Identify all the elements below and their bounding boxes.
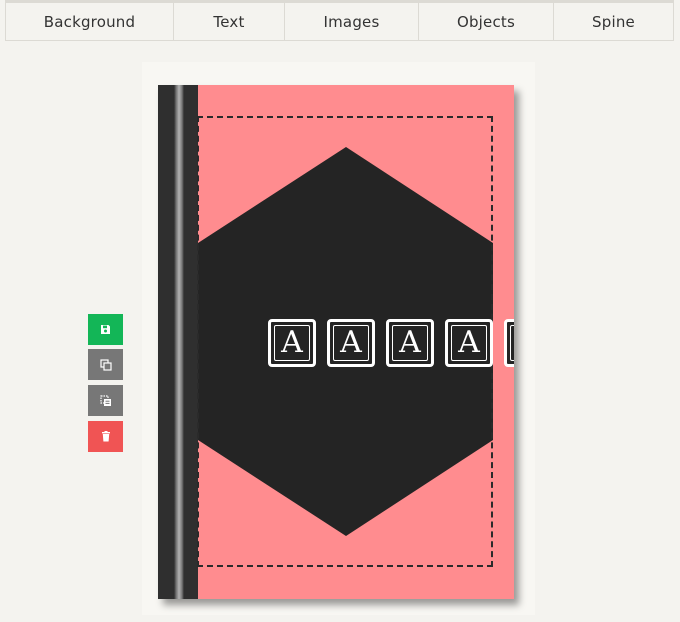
delete-button[interactable] [88, 421, 123, 452]
tab-objects[interactable]: Objects [418, 3, 553, 40]
duplicate-icon [99, 394, 111, 406]
glyph-letter: A [451, 325, 487, 361]
tab-background[interactable]: Background [5, 3, 173, 40]
glyph-tile: A [327, 319, 375, 367]
glyph-letter: A [274, 325, 310, 361]
tab-text[interactable]: Text [173, 3, 284, 40]
duplicate-button[interactable] [88, 385, 123, 416]
glyph-text-object[interactable]: A A A A A [268, 319, 514, 369]
trash-icon [101, 431, 110, 442]
tab-images[interactable]: Images [284, 3, 418, 40]
tab-spine[interactable]: Spine [553, 3, 674, 40]
glyph-tile: A [504, 319, 514, 367]
editor-root: Background Text Images Objects Spine A A… [0, 0, 680, 622]
copy-icon [99, 358, 112, 371]
tab-bar: Background Text Images Objects Spine [5, 0, 674, 41]
save-icon [101, 325, 110, 334]
glyph-letter: A [392, 325, 428, 361]
glyph-tile: A [268, 319, 316, 367]
glyph-letter: A [333, 325, 369, 361]
glyph-letter: A [510, 325, 514, 361]
glyph-tile: A [386, 319, 434, 367]
book-spine[interactable] [158, 85, 198, 599]
save-button[interactable] [88, 314, 123, 345]
glyph-tile: A [445, 319, 493, 367]
copy-button[interactable] [88, 349, 123, 380]
